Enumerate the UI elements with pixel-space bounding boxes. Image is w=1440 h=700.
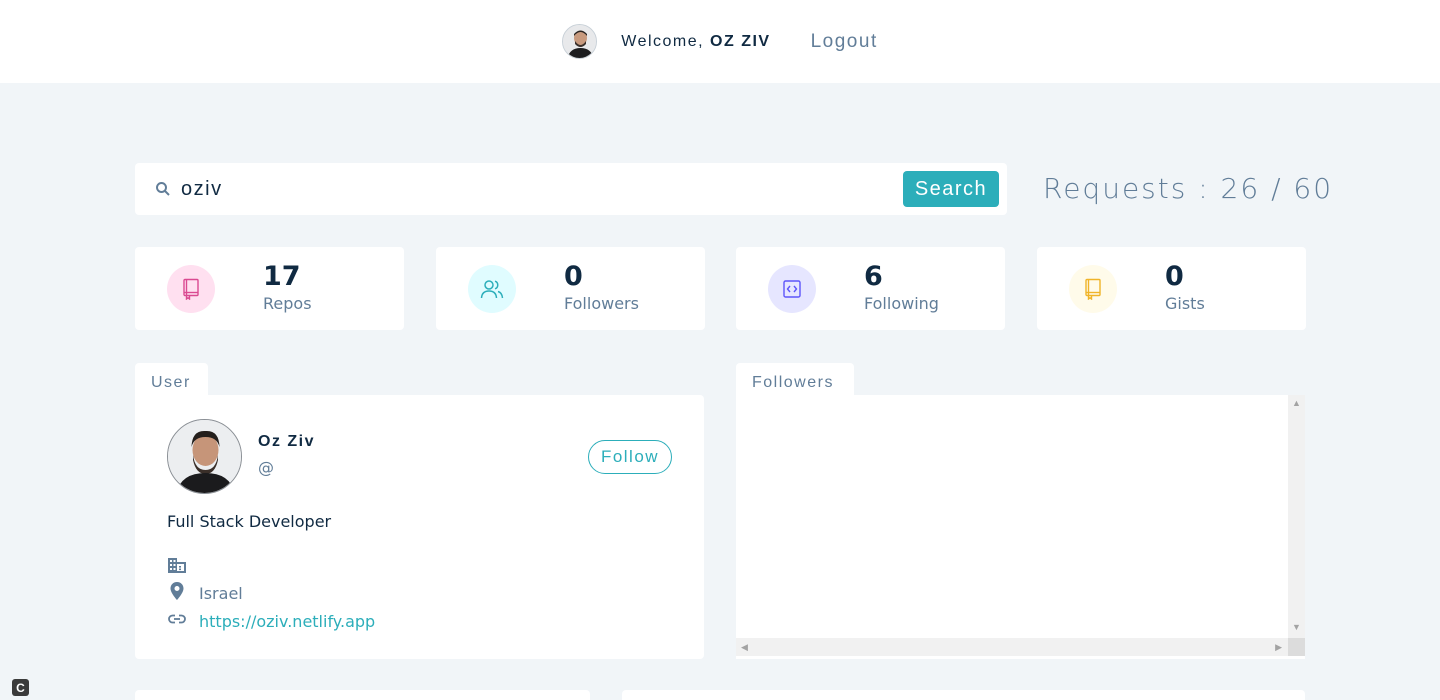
follow-button[interactable]: Follow	[588, 440, 672, 474]
search-form: Search	[135, 163, 1007, 215]
location-row: Israel	[167, 581, 243, 605]
scrollbar-corner	[1288, 638, 1305, 656]
scroll-right-arrow-icon[interactable]: ▶	[1275, 643, 1282, 652]
stat-value: 6	[864, 261, 883, 292]
user-card: Oz Ziv @ Follow Full Stack Developer Isr…	[135, 395, 704, 659]
gist-book-icon	[1069, 265, 1117, 313]
scroll-left-arrow-icon[interactable]: ◀	[741, 643, 748, 652]
stat-card-repos: 17 Repos	[135, 247, 404, 330]
user-avatar	[167, 419, 242, 494]
top-nav: Welcome, OZ ZIV Logout	[0, 0, 1440, 83]
followers-panel: ▲ ▼ ◀ ▶	[736, 395, 1305, 659]
stat-value: 0	[1165, 261, 1184, 292]
followers-vertical-scrollbar[interactable]: ▲ ▼	[1288, 395, 1305, 638]
user-bio: Full Stack Developer	[167, 512, 332, 531]
requests-counter: Requests : 26 / 60	[1043, 172, 1334, 205]
users-icon	[468, 265, 516, 313]
nav-avatar	[562, 24, 598, 59]
user-full-name: Oz Ziv	[258, 433, 316, 450]
stat-card-gists: 0 Gists	[1037, 247, 1306, 330]
stat-value: 17	[263, 261, 301, 292]
welcome-text: Welcome, OZ ZIV	[621, 33, 770, 51]
location-text: Israel	[199, 583, 243, 603]
stat-card-following: 6 Following	[736, 247, 1005, 330]
company-row	[167, 555, 199, 579]
repo-book-icon	[167, 265, 215, 313]
bottom-card-left	[135, 690, 590, 700]
stat-label: Gists	[1165, 294, 1205, 313]
link-icon	[167, 609, 187, 633]
corner-badge-icon[interactable]: C	[12, 679, 29, 696]
search-icon	[145, 180, 181, 198]
bottom-card-right	[622, 690, 1305, 700]
stat-card-followers: 0 Followers	[436, 247, 705, 330]
welcome-user-name: OZ ZIV	[710, 32, 771, 50]
logout-button[interactable]: Logout	[811, 31, 878, 53]
followers-tab: Followers	[736, 363, 854, 396]
user-tab: User	[135, 363, 208, 396]
location-pin-icon	[167, 581, 187, 605]
user-handle: @	[258, 458, 274, 477]
welcome-prefix: Welcome,	[621, 32, 711, 50]
search-input[interactable]	[181, 177, 903, 201]
scroll-down-arrow-icon[interactable]: ▼	[1292, 623, 1301, 632]
stat-label: Followers	[564, 294, 639, 313]
stat-value: 0	[564, 261, 583, 292]
followers-horizontal-scrollbar[interactable]: ◀ ▶	[736, 638, 1288, 656]
building-icon	[167, 555, 187, 579]
blog-link[interactable]: https://oziv.netlify.app	[199, 612, 375, 631]
blog-row: https://oziv.netlify.app	[167, 609, 375, 633]
scroll-up-arrow-icon[interactable]: ▲	[1292, 399, 1301, 408]
stat-label: Following	[864, 294, 939, 313]
code-icon	[768, 265, 816, 313]
search-button[interactable]: Search	[903, 171, 999, 207]
stat-label: Repos	[263, 294, 312, 313]
